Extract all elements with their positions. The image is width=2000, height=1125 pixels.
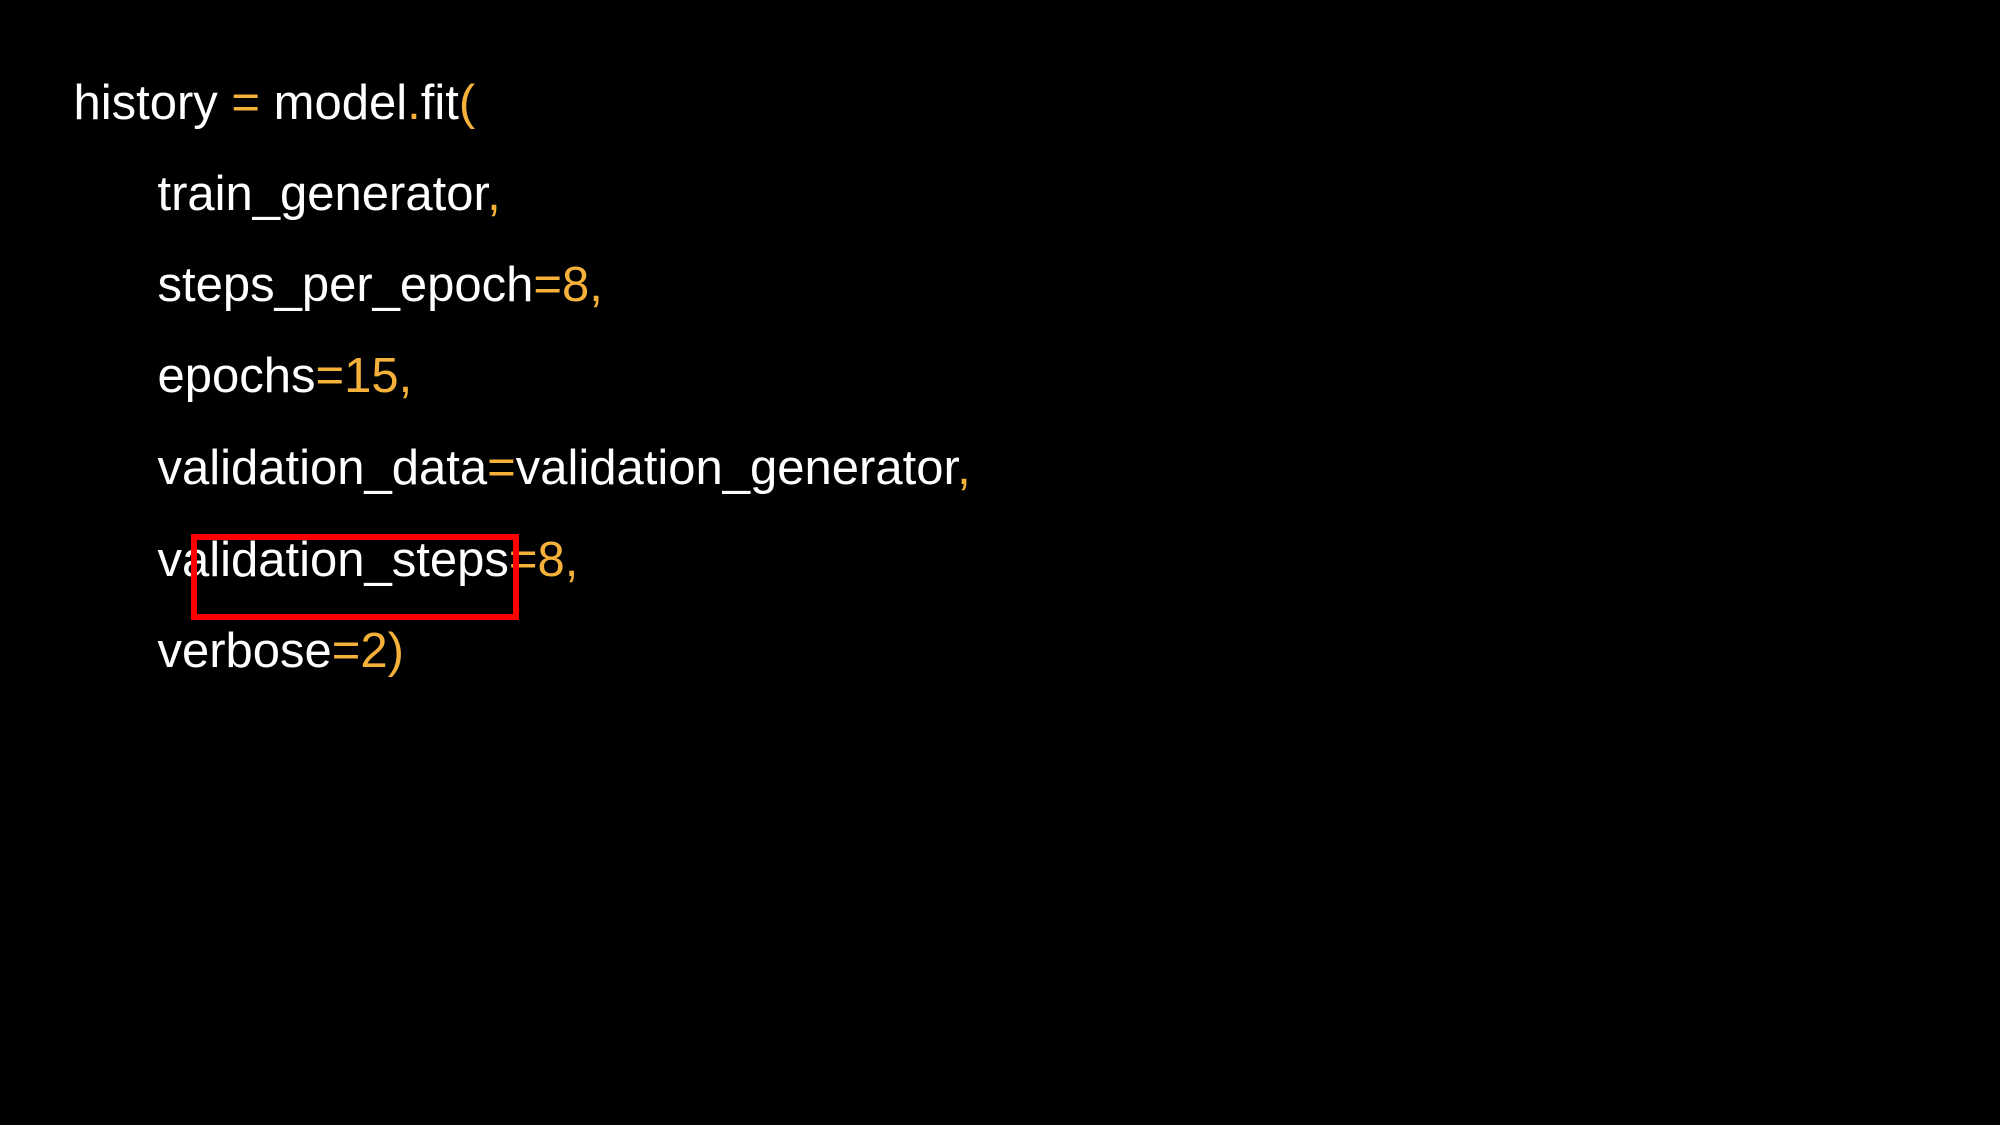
code-token: =2) (331, 624, 404, 678)
highlight-box (191, 534, 519, 620)
code-token: =8, (508, 533, 579, 587)
code-token: validation_generator (515, 441, 958, 495)
code-token: verbose (157, 624, 332, 678)
code-token: =8, (533, 258, 603, 312)
code-token: , (957, 441, 971, 495)
